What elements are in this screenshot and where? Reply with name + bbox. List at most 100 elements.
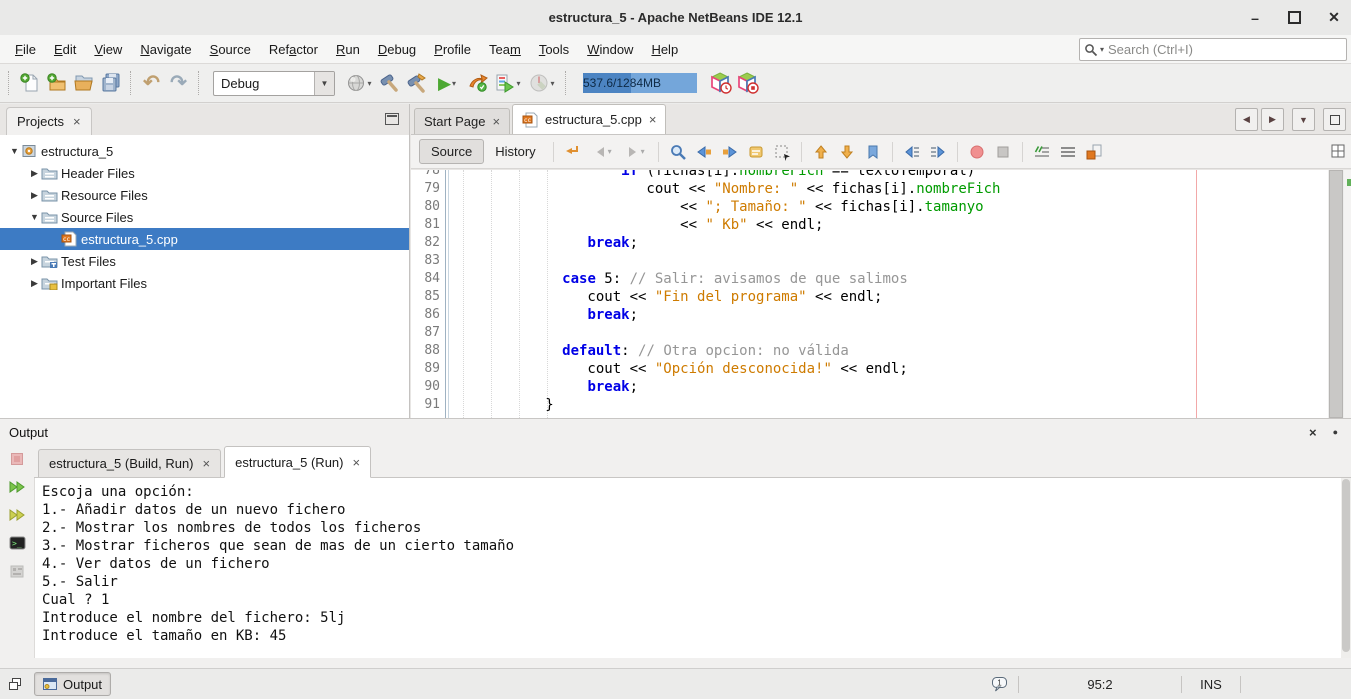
minimize-panel-icon[interactable] (385, 113, 399, 125)
notification-cube-clock-icon[interactable] (707, 70, 734, 97)
build-settings-icon[interactable] (7, 561, 27, 581)
dock-icon[interactable] (8, 677, 22, 691)
scroll-tabs-left-icon[interactable]: ◀ (1235, 108, 1258, 131)
close-tab-icon[interactable]: × (353, 456, 361, 469)
code-line[interactable] (461, 324, 1327, 342)
source-view-button[interactable]: Source (419, 139, 484, 164)
code-line[interactable]: case 5: // Salir: avisamos de que salimo… (461, 270, 1327, 288)
close-output-icon[interactable]: × (1309, 425, 1317, 440)
code-line[interactable]: break; (461, 378, 1327, 396)
menu-source[interactable]: Source (201, 38, 260, 61)
menu-help[interactable]: Help (642, 38, 687, 61)
code-line[interactable]: break; (461, 234, 1327, 252)
shift-left-icon[interactable] (899, 140, 925, 164)
code-line[interactable]: cout << "Nombre: " << fichas[i].nombreFi… (461, 180, 1327, 198)
expander-icon[interactable]: ▶ (28, 190, 41, 201)
combobox-arrow-icon[interactable]: ▼ (314, 72, 334, 95)
notification-cube-badge-icon[interactable] (734, 70, 761, 97)
profile-project-button[interactable]: ▾ (491, 70, 525, 97)
output-tab-estructura-5-run-[interactable]: estructura_5 (Run)× (224, 446, 371, 478)
maximize-editor-icon[interactable] (1323, 108, 1346, 131)
code-editor[interactable]: 7879808182838485868788899091 if (fichas[… (411, 170, 1351, 418)
undo-button[interactable]: ↶ (138, 70, 165, 97)
next-bookmark-icon[interactable] (834, 140, 860, 164)
code-line[interactable]: } (461, 396, 1327, 414)
menu-refactor[interactable]: Refactor (260, 38, 327, 61)
tree-item-header-files[interactable]: ▶Header Files (0, 162, 409, 184)
expander-icon[interactable]: ▼ (8, 146, 21, 156)
stop-icon[interactable] (7, 449, 27, 469)
comment-icon[interactable] (1029, 140, 1055, 164)
expander-icon[interactable]: ▶ (28, 168, 41, 179)
scroll-tabs-right-icon[interactable]: ▶ (1261, 108, 1284, 131)
menu-team[interactable]: Team (480, 38, 530, 61)
clean-build-project-button[interactable] (403, 70, 430, 97)
tab-start-page[interactable]: Start Page× (414, 108, 510, 134)
scrollbar-thumb[interactable] (1342, 479, 1350, 652)
code-line[interactable]: if (fichas[i].nombreFich == textoTempora… (461, 170, 1327, 180)
uncomment-icon[interactable] (1055, 140, 1081, 164)
notifications-icon[interactable]: 1 (990, 675, 1010, 693)
error-stripe[interactable] (1344, 170, 1351, 418)
search-dropdown-icon[interactable]: ▾ (1100, 45, 1104, 54)
code-line[interactable]: cout << "Fin del programa" << endl; (461, 288, 1327, 306)
set-configuration-button[interactable]: ▾ (342, 70, 376, 97)
profile-gauge-button[interactable]: ▾ (525, 70, 559, 97)
line-number-gutter[interactable]: 7879808182838485868788899091 (411, 170, 445, 414)
output-console[interactable]: Escoja una opción:1.- Añadir datos de un… (34, 478, 1341, 658)
menu-window[interactable]: Window (578, 38, 642, 61)
start-macro-recording-icon[interactable] (964, 140, 990, 164)
find-selection-icon[interactable] (665, 140, 691, 164)
terminal-icon[interactable]: >_ (7, 533, 27, 553)
menu-profile[interactable]: Profile (425, 38, 480, 61)
tree-item-test-files[interactable]: ▶Test Files (0, 250, 409, 272)
new-file-button[interactable] (16, 70, 43, 97)
history-view-button[interactable]: History (484, 140, 546, 163)
previous-bookmark-icon[interactable] (808, 140, 834, 164)
close-tab-icon[interactable]: × (649, 113, 657, 126)
tab-projects[interactable]: Projects × (6, 107, 92, 136)
toggle-bookmark-icon[interactable] (860, 140, 886, 164)
code-lines[interactable]: if (fichas[i].nombreFich == textoTempora… (461, 170, 1327, 414)
menu-edit[interactable]: Edit (45, 38, 85, 61)
tree-item-important-files[interactable]: ▶Important Files (0, 272, 409, 294)
tree-item-resource-files[interactable]: ▶Resource Files (0, 184, 409, 206)
expander-icon[interactable]: ▼ (28, 212, 41, 222)
shift-right-icon[interactable] (925, 140, 951, 164)
tree-item-source-files[interactable]: ▼Source Files (0, 206, 409, 228)
redo-button[interactable]: ↷ (165, 70, 192, 97)
output-tab-estructura-5-build-run-[interactable]: estructura_5 (Build, Run)× (38, 449, 221, 477)
memory-indicator[interactable]: 537.6/1284MB (583, 73, 697, 93)
forward-icon[interactable]: ▾ (619, 140, 652, 164)
rectangular-selection-icon[interactable] (769, 140, 795, 164)
menu-run[interactable]: Run (327, 38, 369, 61)
stop-macro-recording-icon[interactable] (990, 140, 1016, 164)
code-line[interactable]: << " Kb" << endl; (461, 216, 1327, 234)
build-project-button[interactable] (376, 70, 403, 97)
tree-item-estructura-5[interactable]: ▼estructura_5 (0, 140, 409, 162)
close-window-icon[interactable]: ✕ (1325, 9, 1343, 26)
menu-file[interactable]: File (6, 38, 45, 61)
scrollbar-thumb[interactable] (1329, 170, 1343, 418)
code-line[interactable]: cout << "Opción desconocida!" << endl; (461, 360, 1327, 378)
next-occurrence-icon[interactable] (717, 140, 743, 164)
menu-view[interactable]: View (85, 38, 131, 61)
expander-icon[interactable]: ▶ (28, 256, 41, 267)
run-project-button[interactable]: ▶ ▾ (430, 70, 464, 97)
editor-scrollbar[interactable] (1328, 170, 1344, 418)
tree-item-estructura-5-cpp[interactable]: ccestructura_5.cpp (0, 228, 409, 250)
insert-mode-indicator[interactable]: INS (1188, 677, 1234, 692)
search-input[interactable] (1106, 41, 1342, 58)
split-document-icon[interactable] (1330, 143, 1346, 159)
save-all-button[interactable] (97, 70, 124, 97)
debug-project-button[interactable] (464, 70, 491, 97)
configuration-combobox[interactable]: Debug ▼ (213, 71, 335, 96)
quick-search-box[interactable]: ▾ (1079, 38, 1347, 61)
menu-debug[interactable]: Debug (369, 38, 425, 61)
tab-estructura-5-cpp[interactable]: ccestructura_5.cpp× (512, 104, 666, 134)
code-line[interactable]: break; (461, 306, 1327, 324)
maximize-window-icon[interactable] (1288, 11, 1301, 24)
minimize-output-icon[interactable]: ● (1333, 427, 1338, 437)
code-line[interactable] (461, 252, 1327, 270)
last-edit-icon[interactable] (560, 140, 586, 164)
